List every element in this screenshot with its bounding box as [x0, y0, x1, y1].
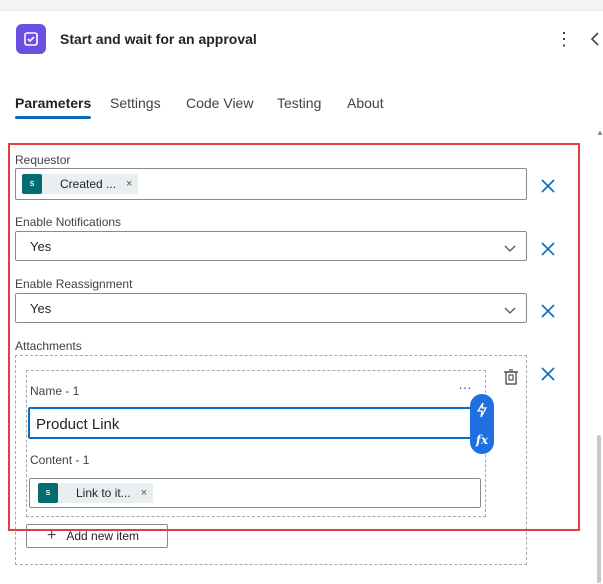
content-token[interactable]: S Link to it... × — [38, 483, 154, 503]
attachments-label: Attachments — [15, 339, 82, 353]
action-title: Start and wait for an approval — [60, 31, 257, 47]
content-token-text: Link to it... — [76, 486, 131, 500]
more-options-icon[interactable]: ⋮ — [555, 28, 573, 50]
approval-icon — [16, 24, 46, 54]
tab-bar: Parameters Settings Code View Testing Ab… — [0, 95, 603, 127]
enable-notifications-select[interactable]: Yes — [15, 231, 527, 261]
enable-notifications-label: Enable Notifications — [15, 215, 122, 229]
clear-requestor-icon[interactable] — [540, 178, 556, 194]
attachment-content-label: Content - 1 — [30, 453, 90, 467]
clear-attachments-icon[interactable] — [540, 366, 556, 382]
lightning-icon[interactable] — [476, 402, 488, 418]
add-new-item-label: Add new item — [66, 529, 140, 543]
requestor-label: Requestor — [15, 153, 71, 167]
requestor-field[interactable]: S Created ... × — [15, 168, 527, 200]
sharepoint-icon: S — [38, 483, 58, 503]
tab-about[interactable]: About — [347, 95, 384, 119]
delete-item-icon[interactable] — [503, 368, 519, 386]
attachment-name-input[interactable]: Product Link — [28, 407, 474, 439]
clear-notifications-icon[interactable] — [540, 241, 556, 257]
requestor-token[interactable]: S Created ... × — [22, 174, 139, 194]
dynamic-content-pill[interactable]: fx — [470, 394, 494, 454]
tab-settings[interactable]: Settings — [110, 95, 161, 119]
remove-token-icon[interactable]: × — [141, 487, 147, 499]
enable-reassignment-label: Enable Reassignment — [15, 277, 133, 291]
sharepoint-icon: S — [22, 174, 42, 194]
add-new-item-button[interactable]: + Add new item — [26, 524, 168, 548]
chevron-down-icon — [504, 240, 516, 258]
chevron-down-icon — [504, 302, 516, 320]
item-more-options-icon[interactable]: … — [458, 376, 473, 392]
tab-testing[interactable]: Testing — [277, 95, 321, 119]
attachment-name-value: Product Link — [36, 416, 120, 433]
plus-icon: + — [47, 527, 57, 544]
tab-parameters[interactable]: Parameters — [15, 95, 92, 119]
enable-notifications-value: Yes — [30, 239, 52, 254]
tab-code-view[interactable]: Code View — [186, 95, 253, 119]
clear-reassignment-icon[interactable] — [540, 303, 556, 319]
attachment-content-field[interactable]: S Link to it... × — [29, 478, 481, 508]
attachment-name-label: Name - 1 — [30, 384, 80, 398]
collapse-panel-icon[interactable] — [588, 28, 602, 50]
enable-reassignment-select[interactable]: Yes — [15, 293, 527, 323]
requestor-token-text: Created ... — [60, 177, 117, 191]
action-header: Start and wait for an approval ⋮ — [0, 10, 603, 70]
scroll-up-icon[interactable]: ▲ — [596, 128, 603, 137]
scrollbar-thumb[interactable] — [597, 435, 601, 583]
enable-reassignment-value: Yes — [30, 301, 52, 316]
expression-fx-icon[interactable]: fx — [476, 433, 488, 447]
remove-token-icon[interactable]: × — [126, 178, 132, 190]
